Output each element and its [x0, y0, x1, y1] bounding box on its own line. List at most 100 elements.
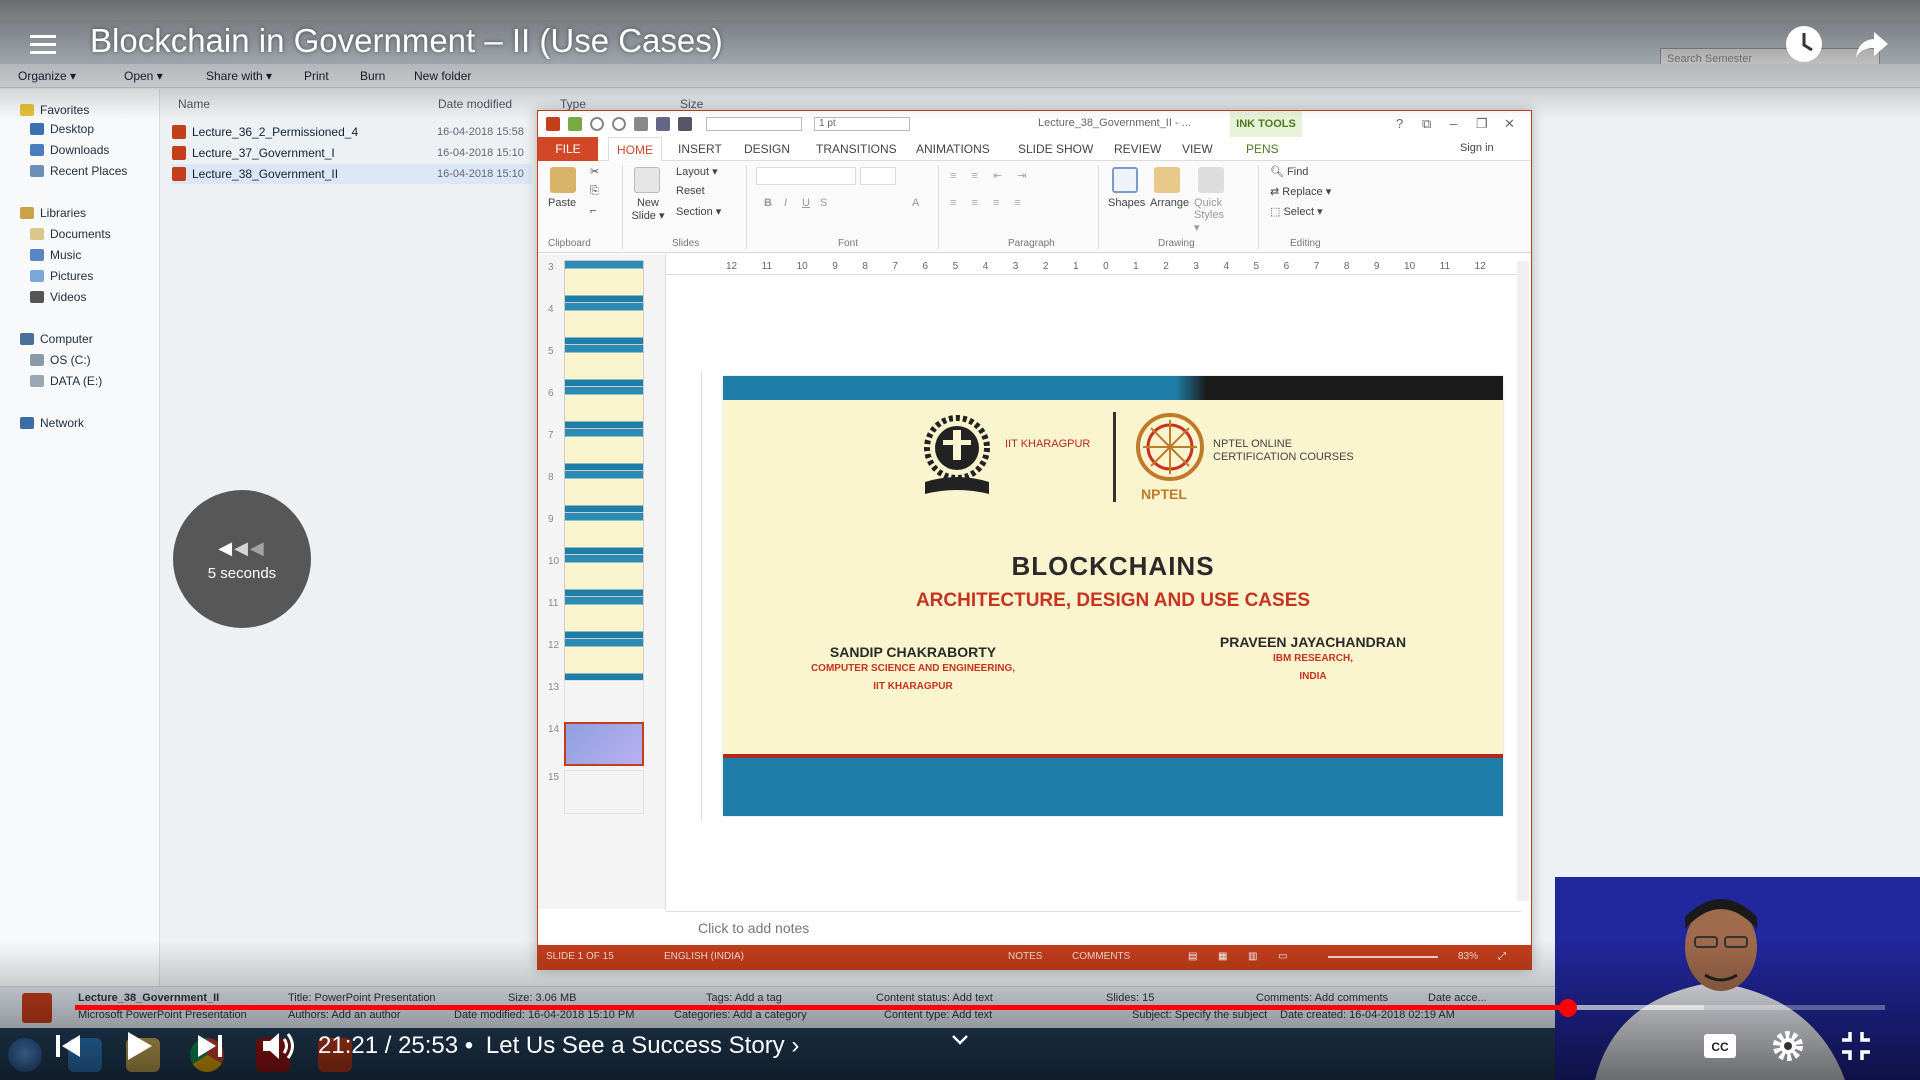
sign-in-link[interactable]: Sign in	[1460, 142, 1494, 154]
tab-pens[interactable]: PENS	[1246, 142, 1279, 156]
nav-documents[interactable]: Documents	[30, 227, 111, 241]
section-button[interactable]: Section ▾	[676, 205, 721, 218]
shadow-button[interactable]: S	[820, 197, 827, 209]
slide-sorter-icon[interactable]: ▦	[1218, 951, 1227, 962]
slide-thumbnail[interactable]	[564, 638, 644, 682]
bullets-buttons[interactable]: ≡ ≡ ⇤ ⇥	[950, 169, 1032, 182]
organize-button[interactable]: Organize ▾	[18, 69, 76, 83]
italic-button[interactable]: I	[784, 197, 787, 209]
slide-thumbnails-pane[interactable]: 3 4 5 6 7 8 9 10 11 12 13 14 15	[538, 254, 666, 909]
share-icon[interactable]	[1852, 24, 1892, 64]
pen-width-dropdown[interactable]: 1 pt	[814, 117, 910, 131]
font-color-button[interactable]: A	[912, 197, 919, 209]
notes-button[interactable]: NOTES	[1008, 951, 1042, 962]
nav-pictures[interactable]: Pictures	[30, 269, 93, 283]
playlist-menu-icon[interactable]	[30, 30, 62, 60]
video-title[interactable]: Blockchain in Government – II (Use Cases…	[90, 22, 723, 60]
nav-os-c[interactable]: OS (C:)	[30, 353, 91, 367]
column-header-date[interactable]: Date modified	[438, 97, 512, 111]
copy-icon[interactable]: ⎘	[590, 185, 599, 198]
normal-view-icon[interactable]: ▤	[1188, 951, 1197, 962]
underline-button[interactable]: U	[802, 197, 810, 209]
tab-animations[interactable]: ANIMATIONS	[916, 142, 990, 156]
close-icon[interactable]: ✕	[1504, 116, 1515, 132]
watch-later-icon[interactable]	[1784, 24, 1824, 64]
start-button-icon[interactable]	[8, 1038, 42, 1072]
select-button[interactable]: ⬚ Select ▾	[1270, 205, 1323, 218]
tab-review[interactable]: REVIEW	[1114, 142, 1161, 156]
file-row[interactable]: Lecture_36_2_Permissioned_4 16-04-2018 1…	[172, 122, 532, 142]
chevron-down-icon[interactable]	[950, 1030, 970, 1050]
reset-button[interactable]: Reset	[676, 185, 705, 197]
pen-icon[interactable]	[656, 117, 670, 131]
next-icon[interactable]	[190, 1026, 230, 1066]
minimize-icon[interactable]: –	[1450, 116, 1457, 131]
replace-button[interactable]: ⇄ Replace ▾	[1270, 185, 1331, 198]
progress-bar[interactable]	[75, 999, 1885, 1017]
previous-icon[interactable]	[48, 1026, 88, 1066]
fit-slide-icon[interactable]: ⤢	[1498, 951, 1506, 962]
language-indicator[interactable]: ENGLISH (INDIA)	[664, 951, 744, 962]
slide-thumbnail[interactable]	[564, 260, 644, 304]
layout-button[interactable]: Layout ▾	[676, 165, 718, 178]
slide-thumbnail[interactable]	[564, 554, 644, 598]
tab-slide-show[interactable]: SLIDE SHOW	[1018, 142, 1093, 156]
tab-transitions[interactable]: TRANSITIONS	[816, 142, 897, 156]
save-icon[interactable]	[568, 117, 582, 131]
restore-icon[interactable]: ❐	[1476, 116, 1488, 132]
nav-favorites[interactable]: Favorites	[20, 103, 89, 117]
play-icon[interactable]	[118, 1026, 158, 1066]
font-size-dropdown[interactable]	[860, 167, 896, 185]
nav-computer[interactable]: Computer	[20, 332, 93, 346]
font-name-dropdown[interactable]	[756, 167, 856, 185]
print-button[interactable]: Print	[304, 69, 329, 83]
slideshow-view-icon[interactable]: ▭	[1278, 951, 1287, 962]
slide-scrollbar[interactable]	[1517, 261, 1529, 901]
format-painter-icon[interactable]: ⌐	[590, 205, 596, 217]
slide-thumbnail[interactable]	[564, 470, 644, 514]
file-row[interactable]: Lecture_37_Government_I 16-04-2018 15:10	[172, 143, 532, 163]
file-row-selected[interactable]: Lecture_38_Government_II 16-04-2018 15:1…	[172, 164, 532, 184]
nav-downloads[interactable]: Downloads	[30, 143, 109, 157]
slide-thumbnail[interactable]	[564, 680, 644, 724]
slide-canvas[interactable]: IIT KHARAGPUR NPTEL NPTEL ONLINE CERTIFI…	[723, 376, 1503, 816]
arrange-button[interactable]: Arrange	[1150, 197, 1189, 209]
zoom-slider[interactable]	[1328, 956, 1438, 958]
quick-styles-button[interactable]: Quick Styles ▾	[1194, 197, 1230, 234]
slide-thumbnail[interactable]	[564, 770, 644, 814]
slide-thumbnail[interactable]	[564, 344, 644, 388]
nav-music[interactable]: Music	[30, 248, 81, 262]
pen-style-dropdown[interactable]	[706, 117, 802, 131]
slide-thumbnail[interactable]	[564, 428, 644, 472]
slideshow-icon[interactable]	[634, 117, 648, 131]
open-button[interactable]: Open ▾	[108, 69, 163, 83]
nav-videos[interactable]: Videos	[30, 290, 86, 304]
new-slide-button[interactable]: New Slide ▾	[628, 197, 668, 222]
tab-design[interactable]: DESIGN	[744, 142, 790, 156]
new-folder-button[interactable]: New folder	[414, 69, 471, 83]
nav-recent-places[interactable]: Recent Places	[30, 164, 127, 178]
nav-network[interactable]: Network	[20, 416, 84, 430]
column-header-name[interactable]: Name	[178, 97, 210, 111]
nav-desktop[interactable]: Desktop	[30, 122, 94, 136]
volume-icon[interactable]	[258, 1026, 298, 1066]
exit-fullscreen-icon[interactable]	[1836, 1026, 1876, 1066]
align-buttons[interactable]: ≡ ≡ ≡ ≡	[950, 197, 1027, 209]
nav-libraries[interactable]: Libraries	[20, 206, 86, 220]
undo-icon[interactable]	[590, 117, 604, 131]
captions-icon[interactable]: CC	[1700, 1026, 1740, 1066]
tab-file[interactable]: FILE	[538, 137, 598, 161]
notes-pane[interactable]: Click to add notes	[666, 911, 1521, 943]
pen-color-icon[interactable]	[678, 117, 692, 131]
column-header-type[interactable]: Type	[560, 97, 586, 111]
bold-button[interactable]: B	[764, 197, 772, 209]
nav-data-e[interactable]: DATA (E:)	[30, 374, 102, 388]
help-icon[interactable]: ?	[1396, 116, 1403, 131]
paste-button[interactable]: Paste	[548, 197, 576, 209]
tab-home[interactable]: HOME	[608, 137, 662, 162]
slide-thumbnail[interactable]	[564, 302, 644, 346]
find-button[interactable]: 🔍︎ Find	[1270, 165, 1308, 178]
chapter-title[interactable]: Let Us See a Success Story ›	[486, 1032, 799, 1059]
reading-view-icon[interactable]: ▥	[1248, 951, 1257, 962]
column-header-size[interactable]: Size	[680, 97, 703, 111]
